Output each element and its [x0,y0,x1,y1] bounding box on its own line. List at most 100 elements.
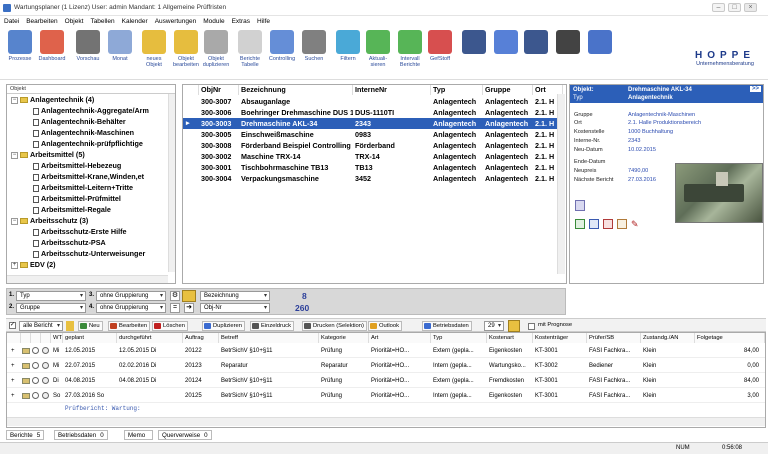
sort-field-select[interactable]: Bezeichnung [200,291,270,301]
menu-item[interactable]: Bearbeiten [22,16,60,25]
report-count-select[interactable]: 29 [484,321,504,331]
report-column-header[interactable] [21,333,31,343]
edit-report-button[interactable]: Bearbeiten [108,321,151,331]
report-column-header[interactable]: Prüfer/SB [587,333,641,343]
equals-icon[interactable]: = [170,303,180,313]
report-column-header[interactable]: Typ [431,333,487,343]
toolbar-button[interactable]: Filtern [332,30,364,62]
pin-icon[interactable]: ✎ [631,219,639,229]
tab-3[interactable]: Memo [124,430,154,440]
tree-item[interactable]: Anlagentechnik-prüfpflichtige [7,138,175,149]
toolbar-button[interactable]: Monat [104,30,136,62]
all-reports-checkbox[interactable]: ✓ [9,322,16,329]
delete-report-button[interactable]: Löschen [152,321,188,331]
tab-4[interactable]: Querverweise 0 [158,430,212,440]
row-expand-icon[interactable]: + [9,359,19,373]
grid-column-header[interactable]: InterneNr [353,85,431,95]
grid-row[interactable]: 300-3006 Boehringer Drehmaschine DUS 11 DU… [183,107,561,118]
sort-field2-select[interactable]: Obj-Nr [200,303,270,313]
reports-horizontal-scrollbar[interactable] [7,417,765,426]
toolbar-button[interactable]: Prozesse [4,30,36,62]
grid-row[interactable]: ▸ 300-3003 Drehmaschine AKL-34 2343 Anlagent… [183,118,561,129]
row-expand-icon[interactable]: + [9,344,19,358]
sort-binoculars-icon[interactable] [182,290,196,302]
report-column-header[interactable]: Art [369,333,431,343]
toolbar-button[interactable]: Controlling [266,30,298,62]
close-button[interactable]: × [744,3,757,12]
tree-item[interactable]: Arbeitsmittel-Regale [7,204,175,215]
tree-item[interactable]: + EDV (2) [7,259,175,270]
toolbar-button[interactable]: Suchen [298,30,330,62]
duplicate-report-button[interactable]: Duplizieren [202,321,245,331]
tree-item[interactable]: Anlagentechnik-Maschinen [7,127,175,138]
menu-item[interactable]: Datei [0,16,22,25]
menu-item[interactable]: Hilfe [253,16,273,25]
outlook-button[interactable]: Outlook [368,321,402,331]
filter-field2-select[interactable]: Gruppe [16,303,86,313]
toolbar-button[interactable]: Berichte Tabelle [234,30,266,68]
report-column-header[interactable]: Zustandg./AN [641,333,695,343]
tree-item[interactable]: Arbeitsschutz-Unterweisunger [7,248,175,259]
report-column-header[interactable] [7,333,21,343]
toolbar-button[interactable]: Vorschau [72,30,104,62]
group-field3-select[interactable]: ohne Gruppierung [96,291,166,301]
grid-column-header[interactable]: ObjNr [199,85,239,95]
toolbar-button[interactable] [520,30,552,56]
operating-data-button[interactable]: Betriebsdaten [422,321,472,331]
tree-item[interactable]: Arbeitsschutz-PSA [7,237,175,248]
word-icon[interactable] [589,219,599,229]
image-icon[interactable] [617,219,627,229]
maximize-button[interactable]: □ [728,3,741,12]
report-column-header[interactable] [31,333,41,343]
menu-item[interactable]: Extras [228,16,253,25]
expand-icon[interactable]: − [11,151,18,159]
grid-column-header[interactable]: Typ [431,85,483,95]
menu-item[interactable]: Kalender [118,16,151,25]
tree-horizontal-scrollbar[interactable] [7,275,168,283]
toolbar-button[interactable]: neues Objekt [138,30,170,68]
tree-vertical-scrollbar[interactable] [168,94,175,272]
grid-vertical-scrollbar[interactable] [557,94,565,274]
report-row[interactable]: + Di 04.08.2015 04.08.2015 Di 20124 BetrSichV… [7,374,765,388]
attach-icon[interactable] [575,200,585,211]
toolbar-button[interactable] [584,30,616,56]
toolbar-button[interactable]: Objekt duplizieren [200,30,232,68]
expand-icon[interactable]: − [11,96,18,104]
toolbar-button[interactable] [458,30,490,56]
toolbar-button[interactable]: GefStoff [424,30,456,62]
single-print-button[interactable]: Einzeldruck [250,321,294,331]
report-column-header[interactable]: Betreff [219,333,319,343]
tree-item[interactable]: Arbeitsmittel-Leitern+Tritte [7,182,175,193]
menu-item[interactable]: Objekt [61,16,87,25]
expand-icon[interactable]: + [11,261,18,269]
tree-item[interactable]: Arbeitsmittel-Krane,Winden,et [7,171,175,182]
prognose-checkbox[interactable] [528,323,535,330]
settings-icon[interactable]: ⚙ [170,291,180,301]
tree-item[interactable]: Anlagentechnik-Behälter [7,116,175,127]
toolbar-button[interactable] [490,30,522,56]
report-column-header[interactable]: Folgetage [695,333,765,343]
menu-item[interactable]: Module [199,16,227,25]
report-column-header[interactable]: Kategorie [319,333,369,343]
menu-item[interactable]: Tabellen [86,16,117,25]
report-column-header[interactable]: durchgeführt [117,333,183,343]
row-expand-icon[interactable]: + [9,389,19,403]
toolbar-button[interactable]: Objekt bearbeiten [170,30,202,68]
excel-icon[interactable] [575,219,585,229]
print-selection-button[interactable]: Drucken (Selektion) [302,321,367,331]
row-expand-icon[interactable]: + [9,374,19,388]
report-column-header[interactable] [41,333,51,343]
grid-column-header[interactable]: Bezeichnung [239,85,353,95]
report-filter-select[interactable]: alle Bericht [19,321,63,331]
minimize-button[interactable]: – [712,3,725,12]
report-row[interactable]: + So 27.03.2016 So 20125 BetrSichV §10+§11 Pr… [7,389,765,403]
tree-item[interactable]: Arbeitsschutz-Erste Hilfe [7,226,175,237]
new-report-button[interactable]: Neu [78,321,103,331]
filter-field1-select[interactable]: Typ [16,291,86,301]
tree-item[interactable]: Anlagentechnik-Aggregate/Arm [7,105,175,116]
arrow-right-icon[interactable]: ➜ [184,303,194,313]
expand-icon[interactable]: − [11,217,18,225]
grid-row[interactable]: 300-3007 Absauganlage Anlagentech Anlagente… [183,96,561,107]
menu-item[interactable]: Auswertungen [151,16,200,25]
detail-expand-button[interactable]: >> [749,86,761,92]
